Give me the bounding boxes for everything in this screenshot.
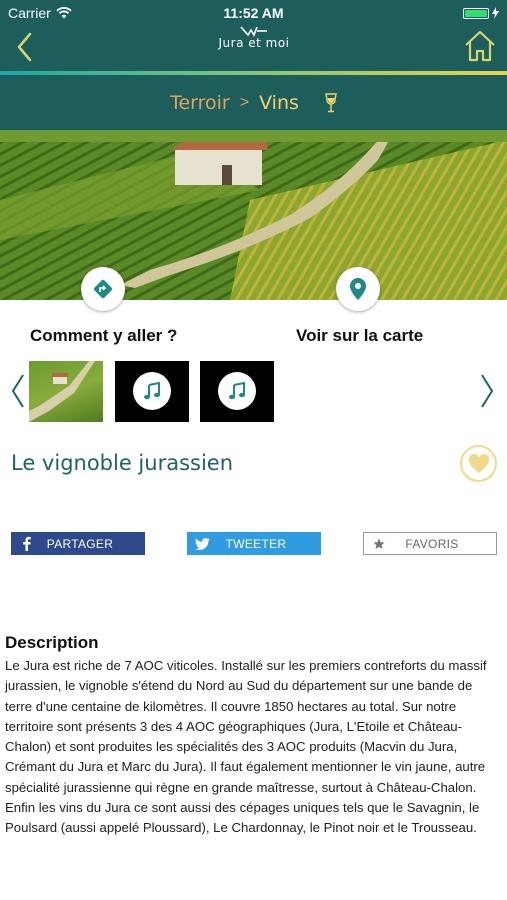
back-chevron-icon[interactable]: [12, 30, 38, 64]
gallery-thumb-audio[interactable]: [115, 361, 189, 422]
hero-image: [0, 130, 507, 300]
app-header: Carrier 11:52 AM Jura et moi: [0, 0, 507, 72]
description-text: Le Jura est riche de 7 AOC viticoles. In…: [5, 658, 487, 836]
map-label[interactable]: Voir sur la carte: [296, 326, 423, 346]
home-icon[interactable]: [463, 29, 497, 63]
gallery-prev-chevron-icon[interactable]: [10, 373, 26, 409]
heart-icon: [468, 453, 489, 473]
breadcrumb-separator: >: [239, 93, 250, 111]
twitter-bird-icon: [191, 537, 213, 550]
directions-label[interactable]: Comment y aller ?: [30, 326, 177, 346]
breadcrumb-parent[interactable]: Terroir: [170, 92, 230, 114]
page-title: Le vignoble jurassien: [11, 451, 234, 475]
breadcrumb-current: Vins: [259, 91, 299, 114]
vineyard-photo: [0, 130, 507, 300]
status-bar: Carrier 11:52 AM: [0, 0, 507, 26]
status-time: 11:52 AM: [223, 5, 284, 21]
audio-badge: [218, 372, 256, 410]
directions-icon: [93, 279, 113, 299]
add-favorite-label: FAVORIS: [405, 536, 459, 551]
facebook-icon: [15, 536, 37, 551]
favorite-toggle[interactable]: [460, 445, 497, 482]
music-note-icon: [144, 382, 160, 400]
facebook-share-button[interactable]: PARTAGER: [11, 532, 145, 555]
twitter-share-button[interactable]: TWEETER: [187, 532, 321, 555]
breadcrumb: Terroir > Vins: [0, 75, 507, 130]
directions-button[interactable]: [81, 267, 125, 311]
wine-glass-icon: [325, 92, 337, 112]
gallery-thumb-image[interactable]: [29, 361, 103, 422]
star-icon: [368, 538, 390, 550]
battery-indicator: [463, 7, 499, 19]
charging-icon: [492, 7, 499, 19]
gallery-thumb-audio[interactable]: [200, 361, 274, 422]
facebook-share-label: PARTAGER: [46, 536, 114, 551]
music-note-icon: [229, 382, 245, 400]
add-favorite-button[interactable]: FAVORIS: [363, 532, 497, 555]
gallery-next-chevron-icon[interactable]: [479, 373, 495, 409]
audio-badge: [133, 372, 171, 410]
logo-text: Jura et moi: [218, 36, 290, 50]
vineyard-thumbnail: [29, 361, 95, 422]
twitter-share-label: TWEETER: [225, 536, 287, 551]
map-button[interactable]: [336, 267, 380, 311]
description-heading: Description: [5, 633, 99, 652]
map-pin-icon: [350, 278, 366, 300]
battery-icon: [463, 7, 489, 19]
app-logo: Jura et moi: [213, 25, 295, 65]
